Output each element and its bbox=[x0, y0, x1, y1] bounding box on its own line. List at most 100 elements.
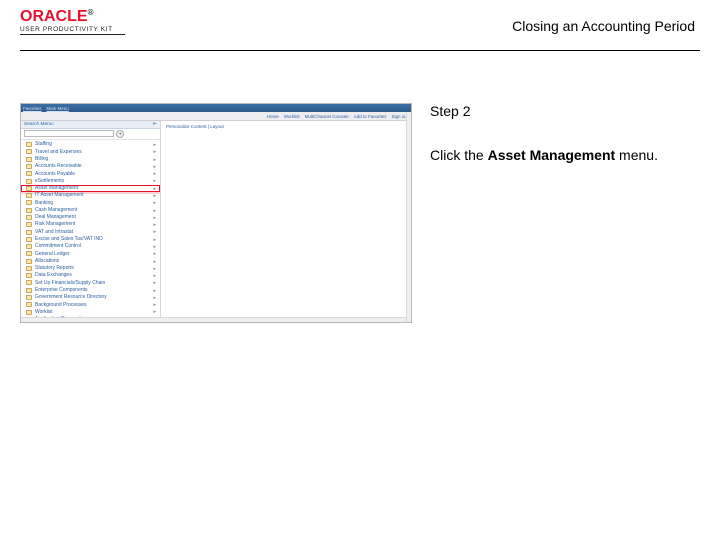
menu-item-background-processes[interactable]: Background Processes▸ bbox=[21, 301, 160, 308]
page-title: Closing an Accounting Period bbox=[512, 18, 695, 34]
menu-item-risk-management[interactable]: Risk Management▸ bbox=[21, 221, 160, 228]
menu-item-statutory-reports[interactable]: Statutory Reports▸ bbox=[21, 265, 160, 272]
instr-emphasis: Asset Management bbox=[488, 147, 616, 163]
page-header: ORACLE® USER PRODUCTIVITY KIT Closing an… bbox=[0, 0, 720, 50]
menu-item-accounts-payable[interactable]: Accounts Payable▸ bbox=[21, 170, 160, 177]
menu-item-cash-management[interactable]: Cash Management▸ bbox=[21, 207, 160, 214]
menu-item-commitment-control[interactable]: Commitment Control▸ bbox=[21, 243, 160, 250]
menu-item-label: Billing bbox=[35, 156, 48, 163]
menu-item-label: Enterprise Components bbox=[35, 287, 88, 294]
sidebar-search-row: ➜ bbox=[21, 129, 160, 138]
search-input[interactable] bbox=[24, 130, 114, 137]
nav-worklist[interactable]: Worklist bbox=[284, 114, 300, 119]
folder-icon bbox=[26, 244, 32, 249]
menu-item-label: Statutory Reports bbox=[35, 265, 74, 272]
menu-item-esettlements[interactable]: eSettlements▸ bbox=[21, 177, 160, 184]
menu-item-vat-and-intrastat[interactable]: VAT and Intrastat▸ bbox=[21, 228, 160, 235]
menu-item-label: Risk Management bbox=[35, 221, 75, 228]
oracle-logo: ORACLE® bbox=[20, 8, 125, 26]
menu-item-banking[interactable]: Banking▸ bbox=[21, 199, 160, 206]
menu-item-label: Set Up Financials/Supply Chain bbox=[35, 280, 105, 287]
menu-item-label: Accounts Payable bbox=[35, 171, 75, 178]
menu-item-deal-management[interactable]: Deal Management▸ bbox=[21, 214, 160, 221]
menu-item-label: Accounts Receivable bbox=[35, 163, 82, 170]
menu-item-general-ledger[interactable]: General Ledger▸ bbox=[21, 250, 160, 257]
menu-item-government-resource-directory[interactable]: Government Resource Directory▸ bbox=[21, 294, 160, 301]
folder-icon bbox=[26, 230, 32, 235]
menu-item-label: Commitment Control bbox=[35, 243, 81, 250]
folder-icon bbox=[26, 266, 32, 271]
instruction-panel: Step 2 Click the Asset Management menu. bbox=[430, 103, 700, 323]
menu-item-excise-and-sales-tax-vat-ind[interactable]: Excise and Sales Tax/VAT IND▸ bbox=[21, 236, 160, 243]
menu-item-staffing[interactable]: Staffing▸ bbox=[21, 141, 160, 148]
search-go-icon[interactable]: ➜ bbox=[116, 130, 124, 138]
menu-item-label: Data Exchanges bbox=[35, 272, 72, 279]
folder-icon bbox=[26, 149, 32, 154]
menu-item-enterprise-components[interactable]: Enterprise Components▸ bbox=[21, 287, 160, 294]
menu-item-data-exchanges[interactable]: Data Exchanges▸ bbox=[21, 272, 160, 279]
folder-icon bbox=[26, 157, 32, 162]
folder-icon bbox=[26, 200, 32, 205]
menu-item-label: Government Resource Directory bbox=[35, 294, 107, 301]
menu-item-accounts-receivable[interactable]: Accounts Receivable▸ bbox=[21, 163, 160, 170]
menu-item-asset-management[interactable]: Asset Management▸ bbox=[21, 185, 160, 192]
menu-item-label: IT Asset Management bbox=[35, 192, 84, 199]
menu-item-label: Travel and Expenses bbox=[35, 149, 82, 156]
collapse-icon[interactable]: ⇤ bbox=[153, 122, 157, 127]
folder-icon bbox=[26, 310, 32, 315]
menu-item-travel-and-expenses[interactable]: Travel and Expenses▸ bbox=[21, 148, 160, 155]
menu-item-label: Allocations bbox=[35, 258, 59, 265]
folder-icon bbox=[26, 171, 32, 176]
folder-icon bbox=[26, 222, 32, 227]
content-area: Favorites Main Menu Home Worklist MultiC… bbox=[0, 51, 720, 323]
menu-item-it-asset-management[interactable]: IT Asset Management▸ bbox=[21, 192, 160, 199]
favorites-link[interactable]: Favorites bbox=[23, 106, 42, 111]
folder-icon bbox=[26, 179, 32, 184]
shot-main-panel: Personalize Content | Layout bbox=[161, 121, 411, 322]
folder-icon bbox=[26, 273, 32, 278]
menu-item-label: Background Processes bbox=[35, 302, 86, 309]
folder-icon bbox=[26, 186, 32, 191]
vertical-scrollbar[interactable] bbox=[406, 112, 411, 322]
folder-icon bbox=[26, 164, 32, 169]
folder-icon bbox=[26, 237, 32, 242]
menu-item-label: Excise and Sales Tax/VAT IND bbox=[35, 236, 103, 243]
nav-home[interactable]: Home bbox=[267, 114, 279, 119]
brand-block: ORACLE® USER PRODUCTIVITY KIT bbox=[20, 8, 125, 35]
menu-item-label: Staffing bbox=[35, 141, 52, 148]
brand-text: ORACLE bbox=[20, 8, 88, 25]
menu-item-label: Banking bbox=[35, 200, 53, 207]
menu-item-set-up-financials-supply-chain[interactable]: Set Up Financials/Supply Chain▸ bbox=[21, 279, 160, 286]
menu-item-label: Deal Management bbox=[35, 214, 76, 221]
folder-icon bbox=[26, 193, 32, 198]
menu-item-worklist[interactable]: Worklist▸ bbox=[21, 308, 160, 315]
menu-list: Staffing▸Travel and Expenses▸Billing▸Acc… bbox=[21, 140, 160, 322]
instr-prefix: Click the bbox=[430, 147, 488, 163]
menu-item-billing[interactable]: Billing▸ bbox=[21, 156, 160, 163]
menu-item-label: Cash Management bbox=[35, 207, 77, 214]
personalize-link[interactable]: Personalize Content | Layout bbox=[166, 124, 406, 129]
instr-suffix: menu. bbox=[615, 147, 658, 163]
menu-item-label: eSettlements bbox=[35, 178, 64, 185]
nav-multichannel[interactable]: MultiChannel Console bbox=[305, 114, 349, 119]
folder-icon bbox=[26, 280, 32, 285]
menu-item-label: General Ledger bbox=[35, 251, 70, 258]
instruction-line: Click the Asset Management menu. bbox=[430, 147, 700, 163]
subbrand-text: USER PRODUCTIVITY KIT bbox=[20, 26, 125, 35]
folder-icon bbox=[26, 142, 32, 147]
folder-icon bbox=[26, 215, 32, 220]
folder-icon bbox=[26, 302, 32, 307]
folder-icon bbox=[26, 208, 32, 213]
menu-item-label: Asset Management bbox=[35, 185, 78, 192]
shot-top-bar: Favorites Main Menu bbox=[21, 104, 411, 112]
registered-mark: ® bbox=[88, 8, 94, 17]
folder-icon bbox=[26, 288, 32, 293]
step-label: Step 2 bbox=[430, 103, 700, 119]
main-menu-link[interactable]: Main Menu bbox=[47, 106, 69, 111]
horizontal-scrollbar[interactable] bbox=[21, 317, 406, 322]
shot-nav-bar: Home Worklist MultiChannel Console Add t… bbox=[21, 112, 411, 121]
menu-item-allocations[interactable]: Allocations▸ bbox=[21, 258, 160, 265]
nav-add-fav[interactable]: Add to Favorites bbox=[354, 114, 387, 119]
shot-sidebar: Search Menu: ⇤ ➜ Staffing▸Travel and Exp… bbox=[21, 121, 161, 322]
search-menu-label: Search Menu: bbox=[24, 122, 54, 127]
